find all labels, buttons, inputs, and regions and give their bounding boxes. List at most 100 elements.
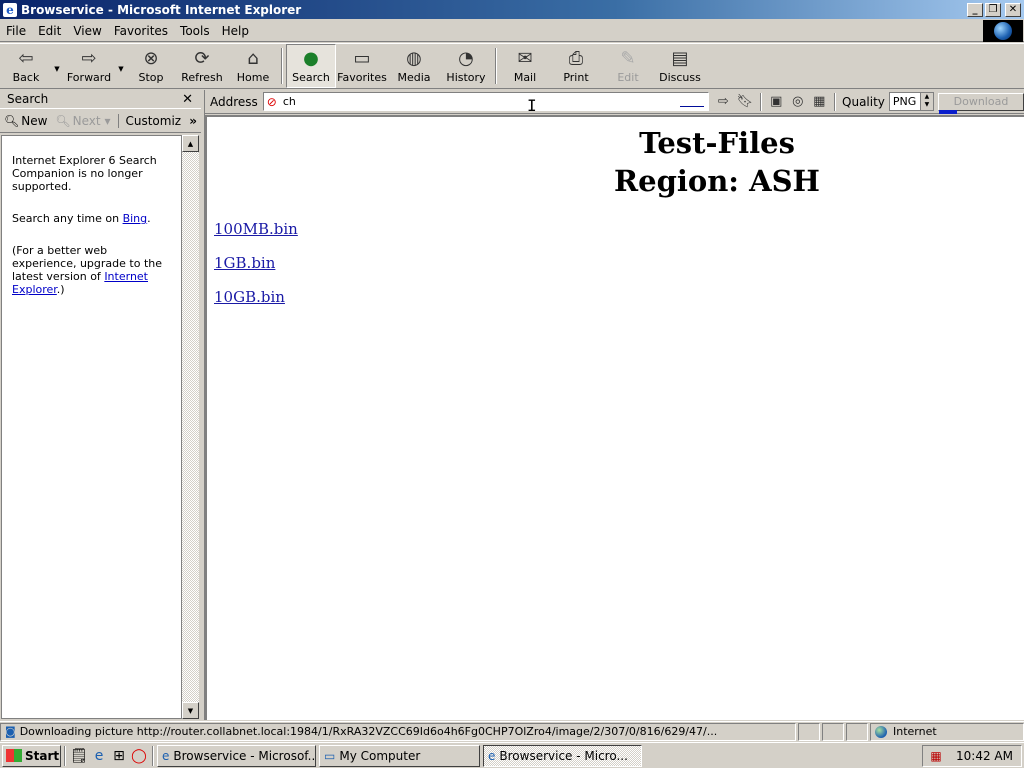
search-pane-header: Search ✕ bbox=[0, 90, 201, 108]
mail-button[interactable]: ✉ Mail bbox=[500, 44, 550, 88]
network-icon[interactable]: ⊞ bbox=[109, 748, 129, 764]
quality-label: Quality bbox=[842, 94, 885, 109]
start-button[interactable]: Start bbox=[2, 744, 61, 767]
search-pane-title: Search bbox=[7, 92, 49, 106]
print-button[interactable]: ⎙ Print bbox=[550, 44, 602, 88]
mail-icon: ✉ bbox=[517, 47, 533, 69]
history-icon: ◔ bbox=[458, 47, 474, 69]
restore-button[interactable]: ❐ bbox=[985, 2, 1001, 17]
search-pane-body: Internet Explorer 6 Search Companion is … bbox=[1, 135, 182, 719]
file-link-10gb[interactable]: 10GB.bin bbox=[214, 288, 285, 306]
download-button[interactable]: Download bbox=[937, 92, 1024, 114]
title-bar: e Browservice - Microsoft Internet Explo… bbox=[0, 0, 1024, 19]
tray-schedule-icon[interactable]: ▦ bbox=[926, 749, 946, 763]
task-browservice-1[interactable]: e Browservice - Microsof... bbox=[157, 744, 316, 767]
close-button[interactable]: ✕ bbox=[1005, 2, 1021, 17]
bing-message: Search any time on Bing. bbox=[12, 212, 151, 225]
edit-button[interactable]: ✎ Edit bbox=[602, 44, 654, 88]
home-button[interactable]: ⌂ Home bbox=[228, 44, 278, 88]
quality-select[interactable]: PNG ▲ ▼ bbox=[888, 92, 934, 111]
stop-button[interactable]: ⊗ Stop bbox=[126, 44, 176, 88]
magnifier-icon: 🔍︎ bbox=[55, 113, 71, 128]
unsupported-message: Internet Explorer 6 Search Companion is … bbox=[12, 154, 157, 193]
favorites-button[interactable]: ▭ Favorites bbox=[336, 44, 388, 88]
new-search-button[interactable]: 🔍︎ New bbox=[4, 114, 47, 128]
menu-help[interactable]: Help bbox=[216, 24, 255, 38]
back-dropdown[interactable]: ▼ bbox=[52, 44, 62, 88]
throbber bbox=[983, 20, 1023, 42]
no-page-icon: ⊘ bbox=[266, 94, 277, 109]
clipboard-icon[interactable]: ▦ bbox=[809, 94, 831, 109]
text-cursor-icon: I bbox=[527, 96, 537, 115]
toolbar-separator bbox=[281, 48, 283, 84]
ie-icon: e bbox=[162, 748, 170, 763]
scroll-down-arrow-icon[interactable]: ▼ bbox=[182, 702, 199, 719]
status-text: ◙ Downloading picture http://router.coll… bbox=[0, 722, 796, 741]
search-pane-toolbar: 🔍︎ New 🔍︎ Next ▾ Customiz » bbox=[0, 108, 201, 133]
toolbar: ⇦ Back ▼ ⇨ Forward ▼ ⊗ Stop ⟳ Refresh ⌂ … bbox=[0, 43, 1024, 89]
search-button[interactable]: ● Search bbox=[286, 44, 336, 88]
page-heading: Test-Files bbox=[639, 126, 795, 160]
back-button[interactable]: ⇦ Back bbox=[0, 44, 52, 88]
menu-favorites[interactable]: Favorites bbox=[108, 24, 174, 38]
history-button[interactable]: ◔ History bbox=[440, 44, 492, 88]
address-bar: Address ⊘ ch ⇨ 🔖︎ ▣ ◎ ▦ Quality PNG ▲ ▼ D… bbox=[205, 90, 1024, 114]
menu-file[interactable]: File bbox=[0, 24, 32, 38]
close-icon[interactable]: ✕ bbox=[182, 92, 193, 107]
show-desktop-icon[interactable]: 🗒︎ bbox=[69, 748, 89, 764]
back-arrow-icon: ⇦ bbox=[18, 47, 34, 69]
address-value: ch bbox=[282, 95, 296, 108]
next-button[interactable]: 🔍︎ Next ▾ bbox=[55, 114, 110, 128]
bookmarks-list-icon[interactable]: ▣ bbox=[766, 94, 788, 109]
bookmark-icon[interactable]: 🔖︎ bbox=[734, 94, 756, 109]
menu-bar: File Edit View Favorites Tools Help bbox=[0, 20, 1024, 42]
menu-tools[interactable]: Tools bbox=[174, 24, 216, 38]
ie-quicklaunch-icon[interactable]: e bbox=[89, 748, 109, 764]
printer-icon: ⎙ bbox=[568, 47, 584, 69]
customize-button[interactable]: Customiz bbox=[118, 113, 181, 128]
forward-button[interactable]: ⇨ Forward bbox=[62, 44, 116, 88]
discuss-button[interactable]: ▤ Discuss bbox=[654, 44, 706, 88]
magnifier-icon: 🔍︎ bbox=[4, 113, 20, 128]
status-bar: ◙ Downloading picture http://router.coll… bbox=[0, 721, 1024, 741]
search-pane-scrollbar[interactable]: ▲ ▼ bbox=[182, 135, 199, 719]
stop-icon: ⊗ bbox=[143, 47, 159, 69]
security-zone: Internet bbox=[870, 722, 1024, 741]
system-tray: ▦ 10:42 AM bbox=[922, 745, 1022, 767]
address-input[interactable]: ⊘ ch bbox=[262, 92, 709, 111]
refresh-icon: ⟳ bbox=[194, 47, 210, 69]
address-label: Address bbox=[210, 94, 258, 109]
toolbar-separator bbox=[495, 48, 497, 84]
discuss-icon: ▤ bbox=[671, 47, 689, 69]
bing-link[interactable]: Bing bbox=[123, 212, 148, 225]
computer-icon: ▭ bbox=[324, 748, 336, 763]
minimize-button[interactable]: _ bbox=[967, 2, 983, 17]
menu-edit[interactable]: Edit bbox=[32, 24, 67, 38]
forward-dropdown[interactable]: ▼ bbox=[116, 44, 126, 88]
window-title: Browservice - Microsoft Internet Explore… bbox=[21, 2, 302, 17]
file-link-1gb[interactable]: 1GB.bin bbox=[214, 254, 275, 272]
task-browservice-2[interactable]: e Browservice - Micro... bbox=[483, 744, 642, 767]
go-arrow-icon[interactable]: ⇨ bbox=[713, 94, 735, 109]
forward-arrow-icon: ⇨ bbox=[81, 47, 97, 69]
ie-icon: e bbox=[488, 748, 496, 763]
clock: 10:42 AM bbox=[956, 749, 1013, 763]
ie-icon: e bbox=[3, 2, 17, 17]
globe-icon bbox=[994, 22, 1012, 40]
find-binoculars-icon[interactable]: ◎ bbox=[787, 94, 809, 109]
menu-view[interactable]: View bbox=[67, 24, 107, 38]
media-button[interactable]: ◍ Media bbox=[388, 44, 440, 88]
page-icon: ◙ bbox=[5, 725, 16, 738]
spinner-arrows-icon[interactable]: ▲ ▼ bbox=[919, 93, 933, 110]
page-subheading: Region: ASH bbox=[614, 164, 820, 198]
internet-globe-icon bbox=[875, 725, 887, 738]
download-progress bbox=[938, 109, 957, 114]
task-my-computer[interactable]: ▭ My Computer bbox=[319, 744, 480, 767]
file-link-100mb[interactable]: 100MB.bin bbox=[214, 220, 298, 238]
chevron-right-icon[interactable]: » bbox=[189, 114, 197, 128]
edit-icon: ✎ bbox=[620, 47, 636, 69]
scroll-up-arrow-icon[interactable]: ▲ bbox=[182, 135, 199, 152]
refresh-button[interactable]: ⟳ Refresh bbox=[176, 44, 228, 88]
opera-icon[interactable]: ◯ bbox=[129, 748, 149, 764]
home-icon: ⌂ bbox=[247, 47, 259, 69]
